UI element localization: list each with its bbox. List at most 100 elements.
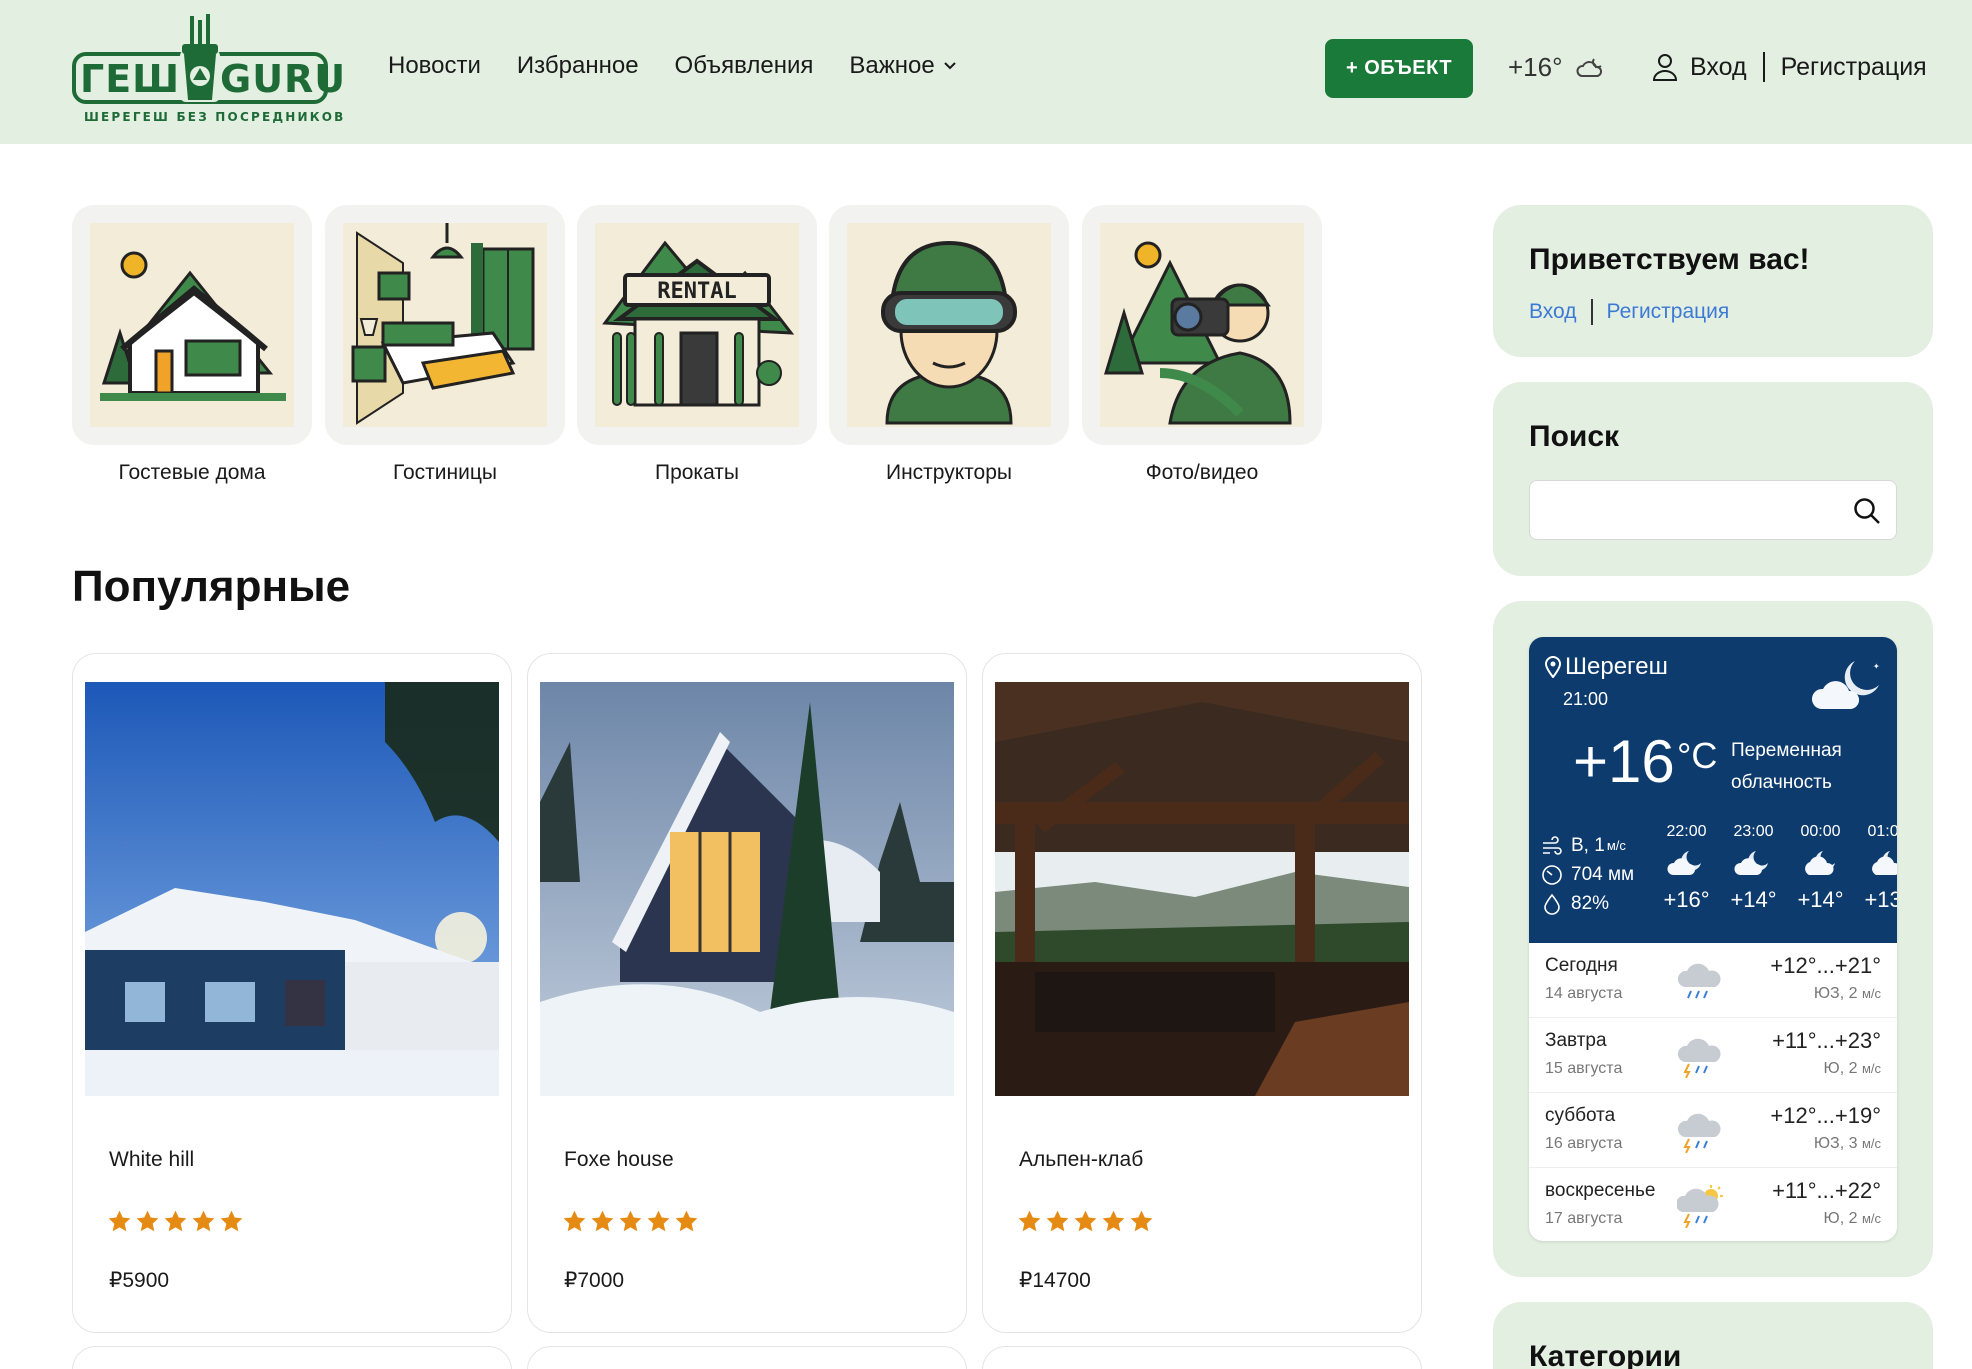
weather-city-name: Шерегеш (1565, 653, 1668, 680)
main-nav: Новости Избранное Объявления Важное (388, 52, 957, 80)
welcome-register-link[interactable]: Регистрация (1607, 300, 1730, 324)
weather-pressure-value: 704 мм (1571, 863, 1635, 885)
star-icon (619, 1210, 642, 1232)
thunder-rain-icon (1677, 1038, 1721, 1078)
listing-name[interactable]: Альпен-клаб (1019, 1148, 1143, 1172)
weather-hour: 00:00 +14° (1787, 823, 1854, 913)
listing-name[interactable]: White hill (109, 1148, 194, 1172)
forecast-wind: ЮЗ, 2 м/с (1814, 985, 1881, 1003)
category-label: Фото/видео (1145, 461, 1259, 484)
star-icon (1074, 1210, 1097, 1232)
category-label: Гостиницы (393, 461, 497, 484)
popular-section-title: Популярные (72, 562, 351, 611)
forecast-day: Сегодня 14 августа +12°...+21° ЮЗ, 2 м/с (1529, 943, 1897, 1018)
weather-time: 21:00 (1563, 689, 1609, 709)
category-tile (72, 205, 312, 445)
hour-temp: +14° (1730, 887, 1777, 912)
categories-widget: Категории (1493, 1302, 1933, 1369)
instructor-icon (847, 223, 1051, 427)
nav-ads[interactable]: Объявления (675, 52, 814, 80)
rental-shop-icon: RENTAL (595, 223, 799, 427)
welcome-links: Вход Регистрация (1529, 299, 1729, 325)
weather-hour: 22:00 +16° (1653, 823, 1720, 913)
listing-card-partial[interactable] (982, 1346, 1422, 1369)
hour-temp: +16° (1663, 887, 1710, 912)
category-photo-video[interactable]: Фото/видео (1082, 205, 1322, 485)
weather-wind-value: В, 1 (1571, 834, 1605, 856)
weather-humidity-value: 82% (1571, 892, 1610, 914)
nav-news[interactable]: Новости (388, 52, 481, 80)
forecast-wind-value: ЮЗ, 2 (1813, 985, 1858, 1002)
gauge-icon (1542, 864, 1562, 885)
category-instructors[interactable]: Инструкторы (829, 205, 1069, 485)
weather-card: Шерегеш 21:00 ✦ +16 °C Переменная облачн… (1529, 637, 1897, 1241)
forecast-wind-unit: м/с (1861, 986, 1881, 1001)
star-icon (591, 1210, 614, 1232)
wind-icon (1543, 835, 1562, 855)
forecast-day-name: Завтра (1545, 1030, 1607, 1051)
rain-cloud-icon (1677, 963, 1721, 999)
weather-stats: В, 1 м/с 704 мм 82% (1541, 831, 1634, 918)
cloud-moon-icon (1871, 851, 1897, 875)
weather-hour: 23:00 +14° (1720, 823, 1787, 913)
forecast-wind-unit: м/с (1861, 1211, 1881, 1226)
nav-favorites[interactable]: Избранное (517, 52, 639, 80)
add-object-button[interactable]: + ОБЪЕКТ (1325, 39, 1473, 98)
listing-card-partial[interactable] (72, 1346, 512, 1369)
forecast-day-name: воскресенье (1545, 1180, 1656, 1201)
listing-price: ₽14700 (1019, 1269, 1091, 1292)
weather-wind: В, 1 м/с (1541, 831, 1634, 860)
star-icon (1130, 1210, 1153, 1232)
site-logo[interactable]: ГЕШ GURU ШЕРЕГЕШ БЕЗ ПОСРЕДНИКОВ (72, 14, 345, 128)
listing-card-partial[interactable] (527, 1346, 967, 1369)
nav-important[interactable]: Важное (849, 52, 956, 80)
logo-tagline: ШЕРЕГЕШ БЕЗ ПОСРЕДНИКОВ (84, 110, 346, 124)
welcome-widget: Приветствуем вас! Вход Регистрация (1493, 205, 1933, 357)
category-guest-houses[interactable]: Гостевые дома (72, 205, 312, 485)
welcome-login-link[interactable]: Вход (1529, 300, 1577, 324)
weather-unit: °C (1677, 735, 1718, 776)
forecast-date: 14 августа (1545, 985, 1623, 1002)
star-icon (108, 1210, 131, 1232)
forecast-wind-unit: м/с (1861, 1136, 1881, 1151)
listing-name[interactable]: Foxe house (564, 1148, 674, 1172)
category-label: Прокаты (654, 461, 740, 484)
user-icon (1652, 54, 1678, 81)
listing-card-alpen-club[interactable]: Альпен-клаб ₽14700 (982, 653, 1422, 1333)
listing-price: ₽5900 (109, 1269, 170, 1292)
star-icon (563, 1210, 586, 1232)
listing-photo[interactable] (995, 682, 1409, 1096)
listing-photo[interactable] (540, 682, 954, 1096)
header-temperature: +16° (1508, 52, 1563, 82)
listing-photo[interactable] (85, 682, 499, 1096)
hour-label: 23:00 (1733, 823, 1774, 840)
listing-card-foxe-house[interactable]: Foxe house ₽7000 (527, 653, 967, 1333)
weather-humidity: 82% (1541, 889, 1634, 918)
star-icon (1102, 1210, 1125, 1232)
category-tile: RENTAL (577, 205, 817, 445)
hour-temp: +14° (1797, 887, 1844, 912)
search-input[interactable] (1530, 481, 1830, 539)
cloud-moon-icon (1804, 851, 1835, 875)
cloud-moon-icon (1733, 851, 1768, 875)
nav-important-label: Важное (849, 52, 935, 79)
weather-description: Переменная облачность (1731, 740, 1842, 793)
sun-thunder-rain-icon (1677, 1185, 1723, 1228)
forecast-day-name: Сегодня (1545, 955, 1618, 976)
star-icon (192, 1210, 215, 1232)
category-hotels[interactable]: Гостиницы (325, 205, 565, 485)
category-tile (325, 205, 565, 445)
listing-card-white-hill[interactable]: White hill ₽5900 (72, 653, 512, 1333)
forecast-wind: ЮЗ, 3 м/с (1814, 1135, 1881, 1153)
forecast-day: Завтра 15 августа +11°...+23° Ю, 2 м/с (1529, 1018, 1897, 1093)
hour-label: 01:00 (1867, 823, 1897, 840)
forecast-date: 16 августа (1545, 1135, 1623, 1152)
forecast-date: 15 августа (1545, 1060, 1623, 1077)
header-login-link[interactable]: Вход (1690, 53, 1747, 82)
category-rentals[interactable]: RENTAL Прокаты (577, 205, 817, 485)
weather-hourly: 22:00 +16° 23:00 +14° 00:00 +14° 01:00 (1653, 823, 1897, 913)
header-weather[interactable]: +16° (1508, 52, 1605, 83)
category-tile (829, 205, 1069, 445)
search-icon[interactable] (1852, 496, 1882, 526)
header-register-link[interactable]: Регистрация (1781, 53, 1927, 82)
